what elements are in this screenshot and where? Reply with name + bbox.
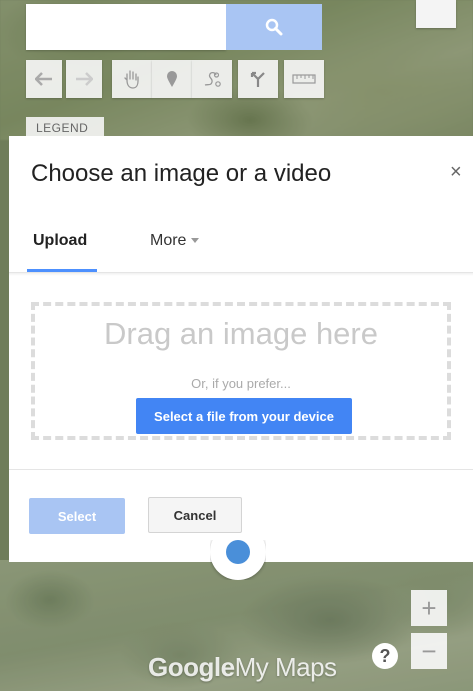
search-button[interactable] — [226, 4, 322, 50]
undo-icon — [35, 72, 52, 86]
menu-button[interactable] — [416, 0, 456, 28]
measure-button[interactable] — [284, 60, 324, 98]
tab-upload[interactable]: Upload — [27, 226, 97, 272]
footer-divider — [9, 469, 473, 470]
google-my-maps-logo: GoogleMy Maps — [148, 652, 337, 682]
redo-button[interactable] — [66, 60, 102, 98]
close-icon[interactable]: × — [450, 162, 462, 182]
dialog-title: Choose an image or a video — [31, 160, 332, 187]
zoom-out-button[interactable]: − — [411, 633, 447, 669]
zoom-in-button[interactable]: + — [411, 590, 447, 626]
add-directions-button[interactable] — [238, 60, 278, 98]
select-file-button[interactable]: Select a file from your device — [136, 398, 352, 434]
tab-upload-label: Upload — [33, 232, 88, 249]
chevron-down-icon — [191, 238, 200, 244]
draw-line-button[interactable] — [192, 60, 232, 98]
marker-icon — [167, 71, 177, 87]
tab-more[interactable]: More — [150, 232, 200, 250]
tab-more-label: More — [150, 232, 187, 249]
directions-icon — [250, 71, 265, 87]
select-items-button[interactable] — [112, 60, 152, 98]
redo-icon — [76, 72, 93, 86]
cancel-button[interactable]: Cancel — [148, 497, 242, 533]
select-button[interactable]: Select — [29, 498, 125, 534]
drop-zone-title: Drag an image here — [104, 316, 378, 351]
search-icon — [265, 18, 283, 36]
ruler-icon — [292, 74, 316, 84]
my-location-marker[interactable] — [210, 540, 266, 580]
drop-zone-subtitle: Or, if you prefer... — [191, 376, 291, 391]
help-icon[interactable]: ? — [372, 643, 398, 669]
map-search-input[interactable] — [26, 4, 226, 50]
undo-button[interactable] — [26, 60, 62, 98]
hand-icon — [124, 70, 139, 89]
add-marker-button[interactable] — [152, 60, 192, 98]
choose-image-dialog: Choose an image or a video × Upload More… — [9, 136, 473, 562]
drop-zone[interactable]: Drag an image here Or, if you prefer... … — [31, 302, 451, 440]
line-icon — [204, 71, 221, 87]
